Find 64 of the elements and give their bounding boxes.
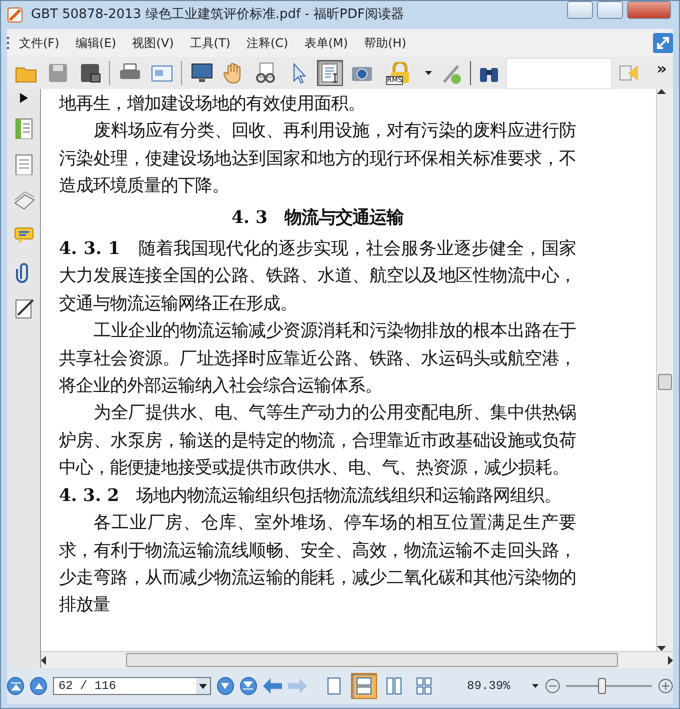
previous-page-button[interactable] [30,677,48,695]
menu-item[interactable]: 注释(C) [238,32,296,54]
back-arrow-icon[interactable] [262,678,282,694]
menu-item[interactable]: 帮助(H) [356,32,414,54]
first-page-icon [10,680,21,691]
signature-icon[interactable] [12,297,34,319]
app-logo-icon [7,7,23,23]
vertical-scroll-thumb[interactable] [658,374,672,390]
continuous-view-button[interactable] [351,673,378,699]
continuous-view-icon [355,677,374,695]
grip-icon [7,36,11,50]
dropdown-caret-icon[interactable] [532,684,539,688]
maximize-button[interactable] [597,1,623,19]
fullscreen-icon[interactable] [653,33,673,53]
bookmark-icon[interactable] [12,117,34,139]
dropdown-caret-icon[interactable] [196,678,210,694]
toolbar-divider [109,61,111,85]
next-page-button[interactable] [216,677,234,695]
page-number-text: 62 / 116 [57,678,118,694]
save-as-icon [79,62,101,84]
thumbnail-view-icon [415,677,434,695]
more-tools-button[interactable]: » [656,57,667,81]
last-page-icon [243,680,254,691]
horizontal-scroll-thumb[interactable] [126,653,618,667]
single-page-view-icon [325,677,344,695]
text-select-button[interactable] [317,60,343,86]
scroll-right-icon[interactable] [668,656,673,664]
page-number-field[interactable]: 62 / 116 [53,677,211,695]
zoom-in-icon[interactable] [658,678,673,694]
save-icon [47,62,69,84]
body-paragraph: 各工业厂房、仓库、室外堆场、停车场的相互位置满足生产要求，有利于物流运输流线顺畅、安全、高效，物流运输不走回头路，少走弯路，从而减少物流运输的能耗，减少二氧化碳和其他污染物的排放量 [59,512,576,618]
menu-item[interactable]: 工具(T) [182,32,238,54]
last-page-button[interactable] [240,677,257,695]
toolbar-divider [181,61,183,85]
expand-arrow-icon[interactable] [20,93,28,103]
toolbar-divider [470,61,472,85]
menu-item[interactable]: 表单(M) [296,32,356,54]
facing-view-icon [385,677,404,695]
menu-item[interactable]: 编辑(E) [67,32,124,54]
section-heading: 4. 3 物流与交通运输 [230,206,405,230]
layers-icon[interactable] [12,189,34,211]
body-paragraph: 为全厂提供水、电、气等生产动力的公用变配电所、集中供热锅炉房、水泵房，输送的是特定的物流，合理靠近市政基础设施或负荷中心，能便捷地接受或提供市政供水、电、气、热资源，减少损耗。 [59,402,576,480]
pages-icon[interactable] [12,153,34,175]
down-arrow-icon [220,680,230,691]
window-title: GBT 50878-2013 绿色工业建筑评价标准.pdf - 福昕PDF阅读器 [31,6,405,24]
glasses-icon [255,62,277,84]
monitor-icon [191,62,213,84]
first-page-button[interactable] [7,677,24,695]
menu-item[interactable]: 视图(V) [124,32,182,54]
minimize-button[interactable] [567,1,593,19]
slider-thumb[interactable] [598,678,606,694]
search-field[interactable] [506,58,612,88]
body-paragraph: 废料场应有分类、回收、再利用设施，对有污染的废料应进行防污染处理，使建设场地达到国家和地方的现行环保相关标准要求，不造成环境质量的下降。 [59,120,576,198]
clause-paragraph: 4. 3. 1 随着我国现代化的逐步实现，社会服务业逐步健全，国家大力发展连接全国的公路、铁路、水道、航空以及地区性物流中心，交通与物流运输网络正在形成。 [59,238,576,316]
zoom-value: 89.39% [467,678,510,695]
menu-item[interactable]: 文件(F) [11,32,68,54]
comment-icon[interactable] [12,225,34,247]
body-paragraph: 地再生，增加建设场地的有效使用面积。 [59,93,366,116]
body-paragraph: 工业企业的物流运输减少资源消耗和污染物排放的根本出路在于共享社会资源。厂址选择时应靠近公路、铁路、水运码头或航空港，将企业的外部运输纳入社会综合运输体系。 [59,320,576,398]
up-arrow-icon [34,680,44,691]
clause-paragraph: 4. 3. 2 场地内物流运输组织包括物流流线组织和运输路网组织。 [59,484,562,508]
dropdown-caret-icon[interactable] [425,71,432,75]
pen-icon [440,62,462,84]
zoom-out-icon[interactable] [544,678,560,694]
